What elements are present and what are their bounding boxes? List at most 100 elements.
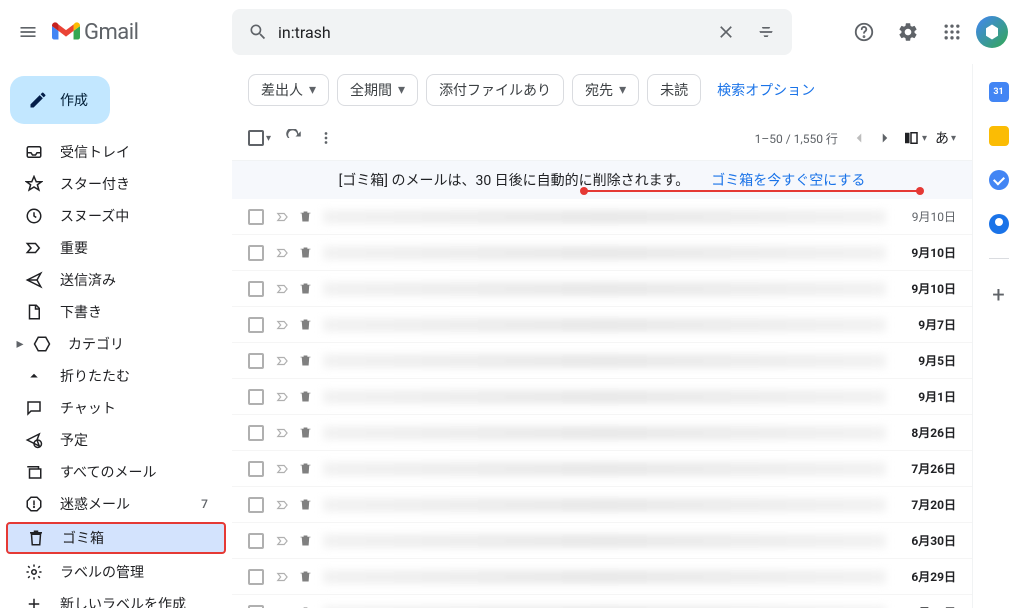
search-icon[interactable]	[238, 12, 278, 52]
important-marker-icon[interactable]	[276, 282, 290, 296]
spam-icon	[24, 494, 44, 514]
table-row[interactable]: 9月1日	[232, 379, 972, 415]
input-tool-button[interactable]: あ▾	[935, 128, 956, 148]
compose-button[interactable]: 作成	[10, 76, 110, 124]
table-row[interactable]: 9月10日	[232, 271, 972, 307]
row-checkbox[interactable]	[248, 209, 264, 225]
prev-page-button[interactable]	[850, 129, 868, 147]
message-list: 9月10日 9月10日 9月10日 9月7日9月5日9月1日 8月26日 7月26日 7月2…	[232, 199, 972, 608]
sidebar-item-trash[interactable]: ゴミ箱	[6, 522, 226, 554]
add-addon-button[interactable]: +	[992, 283, 1004, 308]
row-content-redacted	[323, 534, 886, 548]
gmail-m-icon	[52, 18, 80, 46]
sidebar-item-label: スター付き	[60, 174, 130, 194]
settings-icon[interactable]	[888, 12, 928, 52]
search-input[interactable]	[278, 23, 706, 42]
inbox-icon	[24, 142, 44, 162]
account-avatar[interactable]	[976, 16, 1008, 48]
row-checkbox[interactable]	[248, 245, 264, 261]
important-marker-icon[interactable]	[276, 534, 290, 548]
important-marker-icon[interactable]	[276, 390, 290, 404]
important-marker-icon[interactable]	[276, 570, 290, 584]
row-date: 9月10日	[902, 208, 956, 225]
gear-icon	[24, 562, 44, 582]
sidebar-item-allmail[interactable]: すべてのメール	[0, 456, 220, 488]
table-row[interactable]: 8月26日	[232, 415, 972, 451]
advanced-search-link[interactable]: 検索オプション	[717, 80, 815, 100]
trash-icon	[298, 209, 313, 224]
sidebar-item-drafts[interactable]: 下書き	[0, 296, 220, 328]
table-row[interactable]: 9月10日	[232, 199, 972, 235]
split-pane-toggle[interactable]: ▾	[902, 129, 927, 147]
table-row[interactable]: 6月29日	[232, 559, 972, 595]
sidebar-item-label: カテゴリ	[68, 334, 124, 354]
apps-icon[interactable]	[932, 12, 972, 52]
row-date: 8月26日	[902, 424, 956, 441]
keep-icon[interactable]	[989, 126, 1009, 146]
row-checkbox[interactable]	[248, 461, 264, 477]
contacts-icon[interactable]	[989, 214, 1009, 234]
row-checkbox[interactable]	[248, 353, 264, 369]
row-date: 7月20日	[902, 496, 956, 513]
important-marker-icon[interactable]	[276, 462, 290, 476]
row-checkbox[interactable]	[248, 533, 264, 549]
filter-unread[interactable]: 未読	[647, 74, 701, 106]
row-content-redacted	[323, 354, 886, 368]
row-content-redacted	[323, 210, 886, 224]
sidebar-item-manage-labels[interactable]: ラベルの管理	[0, 556, 220, 588]
row-date: 9月10日	[902, 280, 956, 297]
row-checkbox[interactable]	[248, 389, 264, 405]
table-row[interactable]: 7月26日	[232, 451, 972, 487]
row-checkbox[interactable]	[248, 425, 264, 441]
sidebar-item-inbox[interactable]: 受信トレイ	[0, 136, 220, 168]
refresh-button[interactable]	[285, 129, 303, 147]
trash-notice-text: [ゴミ箱] のメールは、30 日後に自動的に削除されます。	[339, 170, 690, 190]
support-icon[interactable]	[844, 12, 884, 52]
important-marker-icon[interactable]	[276, 498, 290, 512]
important-marker-icon[interactable]	[276, 318, 290, 332]
sidebar-item-categories[interactable]: ▸カテゴリ	[0, 328, 220, 360]
search-bar[interactable]	[232, 9, 792, 55]
filter-attachment[interactable]: 添付ファイルあり	[426, 74, 564, 106]
calendar-icon[interactable]	[989, 82, 1009, 102]
filter-to[interactable]: 宛先▾	[572, 74, 639, 106]
table-row[interactable]: 9月10日	[232, 235, 972, 271]
row-checkbox[interactable]	[248, 281, 264, 297]
row-checkbox[interactable]	[248, 317, 264, 333]
table-row[interactable]: 9月5日	[232, 343, 972, 379]
sidebar-item-chat[interactable]: チャット	[0, 392, 220, 424]
search-options-icon[interactable]	[746, 12, 786, 52]
row-date: 7月26日	[902, 460, 956, 477]
sidebar-item-important[interactable]: 重要	[0, 232, 220, 264]
sidebar-item-snoozed[interactable]: スヌーズ中	[0, 200, 220, 232]
clear-search-icon[interactable]	[706, 12, 746, 52]
select-all-checkbox[interactable]: ▾	[248, 130, 271, 146]
trash-icon	[26, 528, 46, 548]
table-row[interactable]: 9月7日	[232, 307, 972, 343]
sidebar-item-sent[interactable]: 送信済み	[0, 264, 220, 296]
row-checkbox[interactable]	[248, 569, 264, 585]
row-checkbox[interactable]	[248, 497, 264, 513]
sidebar-item-collapse[interactable]: 折りたたむ	[0, 360, 220, 392]
spam-count: 7	[201, 497, 208, 511]
important-marker-icon[interactable]	[276, 354, 290, 368]
filter-time[interactable]: 全期間▾	[337, 74, 418, 106]
sidebar-item-new-label[interactable]: 新しいラベルを作成	[0, 588, 220, 608]
table-row[interactable]: 7月20日	[232, 487, 972, 523]
filter-from[interactable]: 差出人▾	[248, 74, 329, 106]
table-row[interactable]: 6月30日	[232, 523, 972, 559]
empty-trash-link[interactable]: ゴミ箱を今すぐ空にする	[711, 170, 865, 190]
important-marker-icon[interactable]	[276, 210, 290, 224]
next-page-button[interactable]	[876, 129, 894, 147]
sidebar-item-scheduled[interactable]: 予定	[0, 424, 220, 456]
important-marker-icon[interactable]	[276, 426, 290, 440]
sidebar-item-label: チャット	[60, 398, 116, 418]
tasks-icon[interactable]	[989, 170, 1009, 190]
more-button[interactable]	[317, 129, 335, 147]
table-row[interactable]: 6月21日	[232, 595, 972, 608]
sidebar-item-spam[interactable]: 迷惑メール7	[0, 488, 220, 520]
sidebar-item-starred[interactable]: スター付き	[0, 168, 220, 200]
gmail-logo[interactable]: Gmail	[52, 18, 212, 46]
important-marker-icon[interactable]	[276, 246, 290, 260]
main-menu-button[interactable]	[8, 12, 48, 52]
